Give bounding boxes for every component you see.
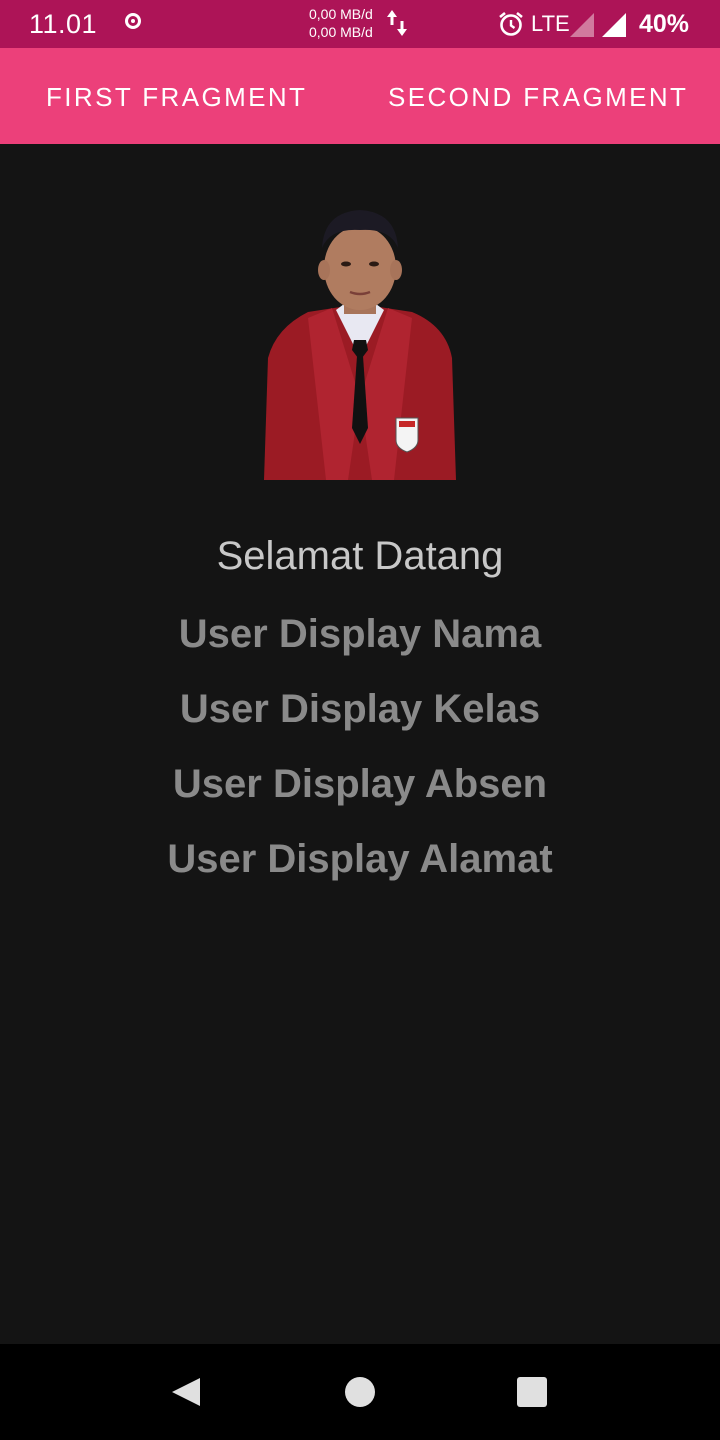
status-time: 11.01 <box>29 9 98 39</box>
home-icon[interactable] <box>345 1377 375 1407</box>
greeting-text: Selamat Datang <box>216 534 504 578</box>
net-down-text: 0,00 MB/d <box>309 24 373 40</box>
record-icon <box>125 13 141 29</box>
tab-bar: FIRST FRAGMENT SECOND FRAGMENT <box>0 48 720 144</box>
net-up-text: 0,00 MB/d <box>309 6 373 22</box>
tab-second-fragment[interactable]: SECOND FRAGMENT <box>388 48 688 144</box>
profile-photo <box>264 208 456 480</box>
signal-icon <box>602 13 626 37</box>
navigation-bar <box>0 1344 720 1440</box>
user-attendance-display: User Display Absen <box>172 762 548 806</box>
status-bar: 11.01 0,00 MB/d 0,00 MB/d LTE 40% <box>0 0 720 48</box>
user-name-display: User Display Nama <box>178 612 542 656</box>
main-content: Selamat Datang User Display Nama User Di… <box>0 144 720 1344</box>
battery-level: 40% <box>639 10 690 38</box>
user-class-display: User Display Kelas <box>179 687 541 731</box>
network-speed: 0,00 MB/d 0,00 MB/d <box>309 5 373 41</box>
data-arrows-icon <box>387 10 407 36</box>
user-address-display: User Display Alamat <box>167 837 553 881</box>
network-type: LTE <box>531 11 570 36</box>
recents-icon[interactable] <box>517 1377 547 1407</box>
back-icon[interactable] <box>170 1376 202 1408</box>
signal-icon <box>570 13 594 37</box>
tab-first-fragment[interactable]: FIRST FRAGMENT <box>46 48 307 144</box>
alarm-icon <box>499 11 523 36</box>
